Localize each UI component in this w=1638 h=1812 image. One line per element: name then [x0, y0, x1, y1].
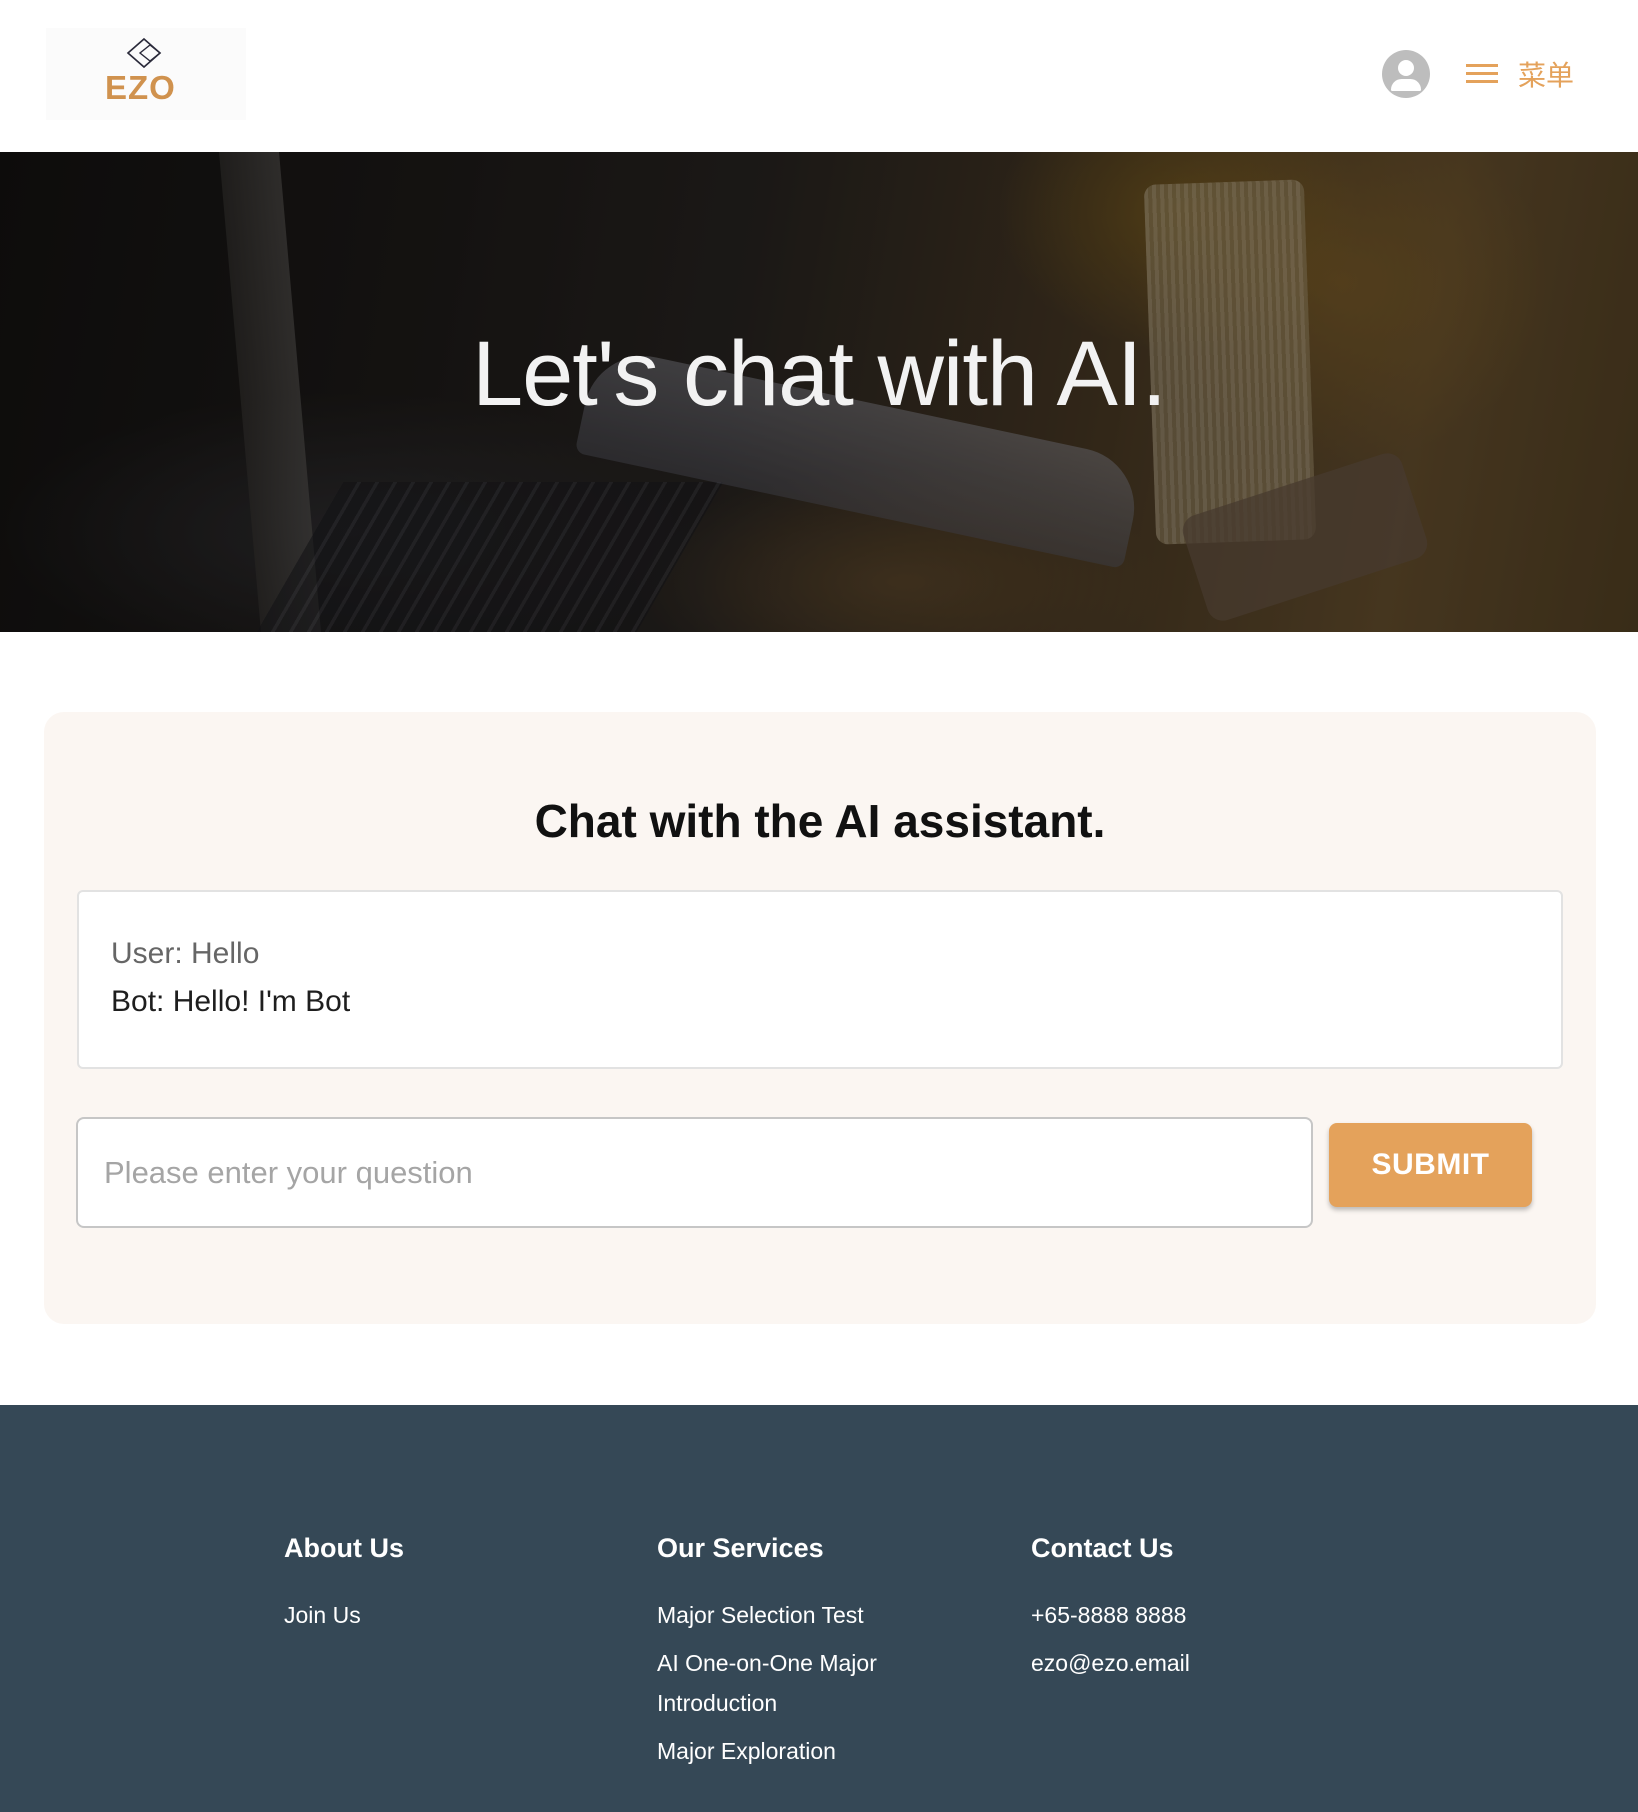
footer-column-about: About Us Join Us	[284, 1531, 624, 1643]
footer-link-major-selection-test[interactable]: Major Selection Test	[657, 1595, 927, 1635]
chat-log: User: Hello Bot: Hello! I'm Bot	[77, 890, 1563, 1069]
ezo-logo[interactable]: EZO	[46, 28, 246, 120]
site-footer: About Us Join Us Our Services Major Sele…	[0, 1405, 1638, 1812]
chat-card: Chat with the AI assistant. User: Hello …	[44, 712, 1596, 1324]
chat-card-title: Chat with the AI assistant.	[534, 795, 1106, 847]
hamburger-menu-icon	[1466, 63, 1498, 85]
footer-link-major-exploration[interactable]: Major Exploration	[657, 1731, 927, 1771]
footer-heading-services: Our Services	[657, 1533, 824, 1563]
footer-heading-contact: Contact Us	[1031, 1533, 1174, 1563]
logo-text: EZO	[105, 69, 176, 106]
menu-label: 菜单	[1518, 59, 1575, 92]
chat-message-bot: Bot: Hello! I'm Bot	[111, 985, 351, 1018]
footer-link-email[interactable]: ezo@ezo.email	[1031, 1643, 1371, 1683]
submit-button[interactable]: SUBMIT	[1329, 1123, 1532, 1207]
avatar-head-shape	[1398, 60, 1414, 76]
avatar-body-shape	[1391, 79, 1421, 91]
chat-message-user: User: Hello	[111, 937, 260, 970]
footer-column-services: Our Services Major Selection Test AI One…	[657, 1531, 997, 1779]
footer-heading-about: About Us	[284, 1533, 404, 1563]
footer-column-contact: Contact Us +65-8888 8888 ezo@ezo.email	[1031, 1531, 1371, 1691]
footer-link-phone[interactable]: +65-8888 8888	[1031, 1595, 1371, 1635]
footer-link-ai-major-introduction[interactable]: AI One-on-One Major Introduction	[657, 1643, 927, 1723]
site-header: EZO 菜单	[0, 0, 1638, 152]
hero-banner: Let's chat with AI.	[0, 152, 1638, 632]
question-input[interactable]	[76, 1117, 1313, 1228]
hero-title: Let's chat with AI.	[471, 323, 1167, 425]
user-avatar-icon[interactable]	[1382, 50, 1430, 98]
menu-button[interactable]: 菜单	[1466, 54, 1574, 94]
footer-link-join-us[interactable]: Join Us	[284, 1595, 624, 1635]
